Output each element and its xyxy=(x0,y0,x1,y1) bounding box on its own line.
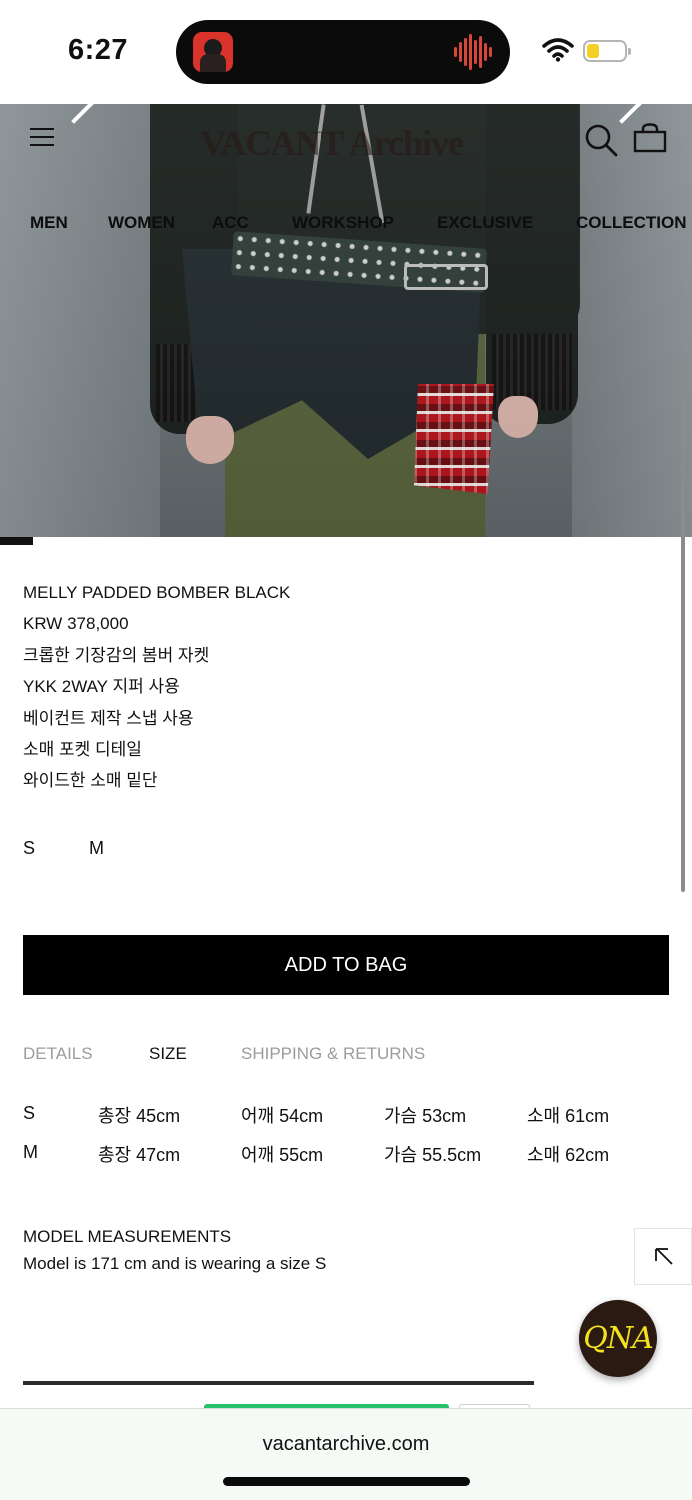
now-playing-app-icon xyxy=(193,32,233,72)
product-description-line: 크롭한 기장감의 봄버 자켓 xyxy=(23,645,210,665)
browser-url[interactable]: vacantarchive.com xyxy=(0,1433,692,1456)
tab-shipping-returns[interactable]: SHIPPING & RETURNS xyxy=(241,1044,425,1064)
size-chart-chest: 가슴 53cm xyxy=(384,1106,467,1126)
scroll-to-top-button[interactable] xyxy=(634,1228,692,1285)
product-hero-image[interactable] xyxy=(0,104,692,537)
battery-icon xyxy=(583,40,631,62)
product-price: KRW 378,000 xyxy=(23,614,129,634)
product-name: MELLY PADDED BOMBER BLACK xyxy=(23,583,291,602)
model-measurements-text: Model is 171 cm and is wearing a size S xyxy=(23,1254,327,1273)
tab-details[interactable]: DETAILS xyxy=(23,1044,93,1064)
tab-size[interactable]: SIZE xyxy=(149,1044,187,1064)
size-chart-length: 총장 45cm xyxy=(98,1106,181,1126)
audio-waveform-icon xyxy=(454,34,492,70)
size-chart-size: S xyxy=(23,1103,36,1123)
qna-button[interactable]: QNA xyxy=(579,1300,657,1377)
model-measurements: MODEL MEASUREMENTS Model is 171 cm and i… xyxy=(23,1223,326,1277)
status-bar: 6:27 xyxy=(0,0,692,104)
site-logo[interactable]: VACANT Archive xyxy=(200,122,464,164)
size-chart-sleeve: 소매 62cm xyxy=(527,1145,610,1165)
wifi-icon xyxy=(542,38,574,62)
nav-item-workshop[interactable]: WORKSHOP xyxy=(292,213,394,233)
arrow-up-left-icon xyxy=(655,1248,673,1265)
hamburger-menu-icon[interactable] xyxy=(30,128,56,148)
nav-item-collection[interactable]: COLLECTION xyxy=(576,213,687,233)
size-chart-shoulder: 어깨 55cm xyxy=(241,1145,324,1165)
product-description-line: 소매 포켓 디테일 xyxy=(23,740,142,760)
size-chart-shoulder: 어깨 54cm xyxy=(241,1106,324,1126)
add-to-bag-button[interactable]: ADD TO BAG xyxy=(23,935,669,995)
status-time: 6:27 xyxy=(68,34,129,66)
size-chart-size: M xyxy=(23,1142,38,1162)
browser-url-bar[interactable]: vacantarchive.com xyxy=(0,1408,692,1500)
product-description-line: 베이컨트 제작 스냅 사용 xyxy=(23,708,194,728)
slide-indicator xyxy=(0,537,33,545)
nav-item-men[interactable]: MEN xyxy=(30,213,68,233)
nav-item-acc[interactable]: ACC xyxy=(212,213,249,233)
size-chart-sleeve: 소매 61cm xyxy=(527,1106,610,1126)
shopping-bag-icon[interactable] xyxy=(633,123,667,153)
product-info: MELLY PADDED BOMBER BLACK KRW 378,000 크롭… xyxy=(23,577,663,797)
size-option-s[interactable]: S xyxy=(23,838,35,859)
scrollbar[interactable] xyxy=(681,366,685,892)
home-indicator xyxy=(223,1477,470,1486)
nav-item-women[interactable]: WOMEN xyxy=(108,213,175,233)
size-chart-chest: 가슴 55.5cm xyxy=(384,1145,482,1165)
size-chart-length: 총장 47cm xyxy=(98,1145,181,1165)
nav-item-exclusive[interactable]: EXCLUSIVE xyxy=(437,213,533,233)
product-description-line: YKK 2WAY 지퍼 사용 xyxy=(23,677,180,697)
search-icon[interactable] xyxy=(584,123,618,157)
model-measurements-heading: MODEL MEASUREMENTS xyxy=(23,1227,232,1246)
category-nav: MEN WOMEN ACC WORKSHOP EXCLUSIVE COLLECT… xyxy=(0,213,692,235)
section-divider xyxy=(23,1381,534,1385)
size-option-m[interactable]: M xyxy=(89,838,104,859)
product-description-line: 와이드한 소매 밑단 xyxy=(23,771,158,791)
dynamic-island[interactable] xyxy=(176,20,510,84)
